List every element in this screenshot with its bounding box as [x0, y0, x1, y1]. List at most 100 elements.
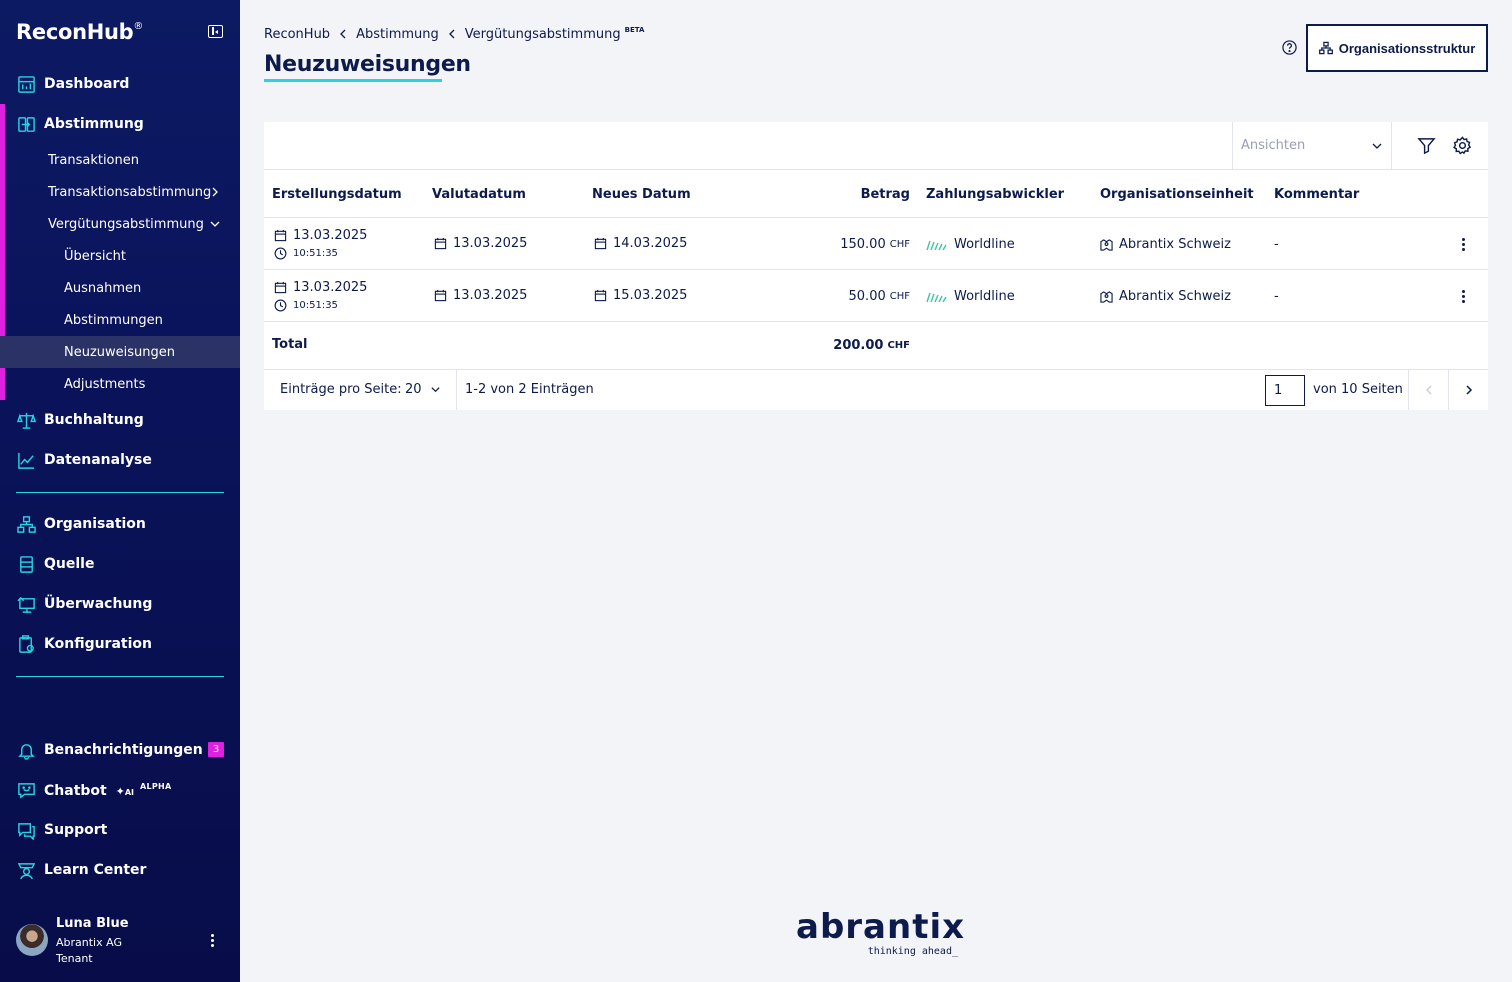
- sidebar-item-abstimmung[interactable]: Abstimmung: [0, 106, 240, 142]
- sidebar-item-datenanalyse[interactable]: Datenanalyse: [0, 442, 240, 478]
- new-date: 15.03.2025: [613, 288, 688, 303]
- logo-wordmark: abrantix: [796, 907, 966, 947]
- column-header-zahlungsabwickler[interactable]: Zahlungsabwickler: [926, 170, 1064, 218]
- sidebar-item-quelle[interactable]: Quelle: [0, 546, 240, 582]
- organisationsstruktur-button[interactable]: Organisationsstruktur: [1306, 24, 1488, 72]
- new-date-cell: 14.03.2025: [594, 236, 687, 251]
- sidebar-item-transaktionsabstimmung[interactable]: Transaktionsabstimmung: [0, 176, 240, 208]
- avatar: [16, 924, 48, 956]
- sidebar-item-benachrichtigungen[interactable]: Benachrichtigungen 3: [0, 732, 240, 768]
- sidebar-item-dashboard[interactable]: Dashboard: [0, 66, 240, 102]
- chevron-down-icon: [1372, 143, 1382, 149]
- column-header-neues-datum[interactable]: Neues Datum: [592, 170, 691, 218]
- table-row[interactable]: 13.03.2025 10:51:35 13.03.2025 14.03.202…: [264, 217, 1488, 269]
- total-currency: CHF: [887, 340, 910, 351]
- sidebar-item-learn-center[interactable]: Learn Center: [0, 852, 240, 888]
- more-vertical-icon[interactable]: [211, 934, 215, 948]
- dashboard-icon: [18, 76, 35, 93]
- sidebar-item-verguetungsabstimmung[interactable]: Vergütungsabstimmung: [0, 208, 240, 240]
- user-profile[interactable]: Luna Blue Abrantix AG Tenant: [16, 916, 232, 966]
- sidebar-item-label: Chatbot ✦AIALPHA: [44, 781, 172, 799]
- chevron-left-icon: [340, 29, 346, 39]
- next-page-button[interactable]: [1448, 370, 1488, 410]
- sidebar-item-label: Quelle: [44, 556, 95, 572]
- clipboard-settings-icon: [19, 635, 34, 653]
- help-icon[interactable]: [1282, 40, 1297, 55]
- chevron-right-icon: [1465, 385, 1472, 395]
- org-unit-cell: Abrantix Schweiz: [1100, 237, 1231, 252]
- more-vertical-icon[interactable]: [1462, 290, 1465, 304]
- breadcrumb-item[interactable]: ReconHub: [264, 27, 330, 42]
- chevron-down-icon: [430, 387, 440, 393]
- processor-cell: Worldline: [926, 237, 1015, 252]
- database-icon: [20, 556, 33, 573]
- sidebar-item-buchhaltung[interactable]: Buchhaltung: [0, 402, 240, 438]
- table-panel: Ansichten Erstellungsdatum Valutadatum N…: [264, 122, 1488, 410]
- sidebar-item-neuzuweisungen[interactable]: Neuzuweisungen: [0, 336, 240, 368]
- sidebar-item-label: Abstimmungen: [64, 312, 163, 328]
- graduation-icon: [17, 863, 36, 880]
- column-header-betrag[interactable]: Betrag: [844, 170, 910, 218]
- org-unit: Abrantix Schweiz: [1119, 237, 1231, 252]
- processor: Worldline: [954, 289, 1015, 304]
- amount: 150.00: [840, 237, 886, 252]
- column-header-organisationseinheit[interactable]: Organisationseinheit: [1100, 170, 1254, 218]
- sidebar-item-ausnahmen[interactable]: Ausnahmen: [0, 272, 240, 304]
- filter-icon[interactable]: [1417, 136, 1436, 155]
- alpha-tag: ALPHA: [139, 781, 172, 791]
- sidebar-item-transaktionen[interactable]: Transaktionen: [0, 144, 240, 176]
- created-date: 13.03.2025: [293, 280, 368, 295]
- sidebar-item-chatbot[interactable]: Chatbot ✦AIALPHA: [0, 772, 240, 808]
- gear-icon[interactable]: [1453, 136, 1472, 155]
- logo-tagline: thinking ahead_: [867, 946, 958, 957]
- page-number-input[interactable]: [1265, 375, 1305, 406]
- sidebar-item-organisation[interactable]: Organisation: [0, 506, 240, 542]
- column-header-kommentar[interactable]: Kommentar: [1274, 170, 1359, 218]
- worldline-logo-icon: [926, 292, 947, 302]
- sidebar-item-label: Organisation: [44, 516, 146, 532]
- breadcrumb-item[interactable]: Abstimmung: [356, 27, 439, 42]
- value-date-cell: 13.03.2025: [434, 288, 527, 303]
- per-page-value: 20: [405, 382, 422, 397]
- column-header-erstellungsdatum[interactable]: Erstellungsdatum: [272, 170, 402, 218]
- support-chat-icon: [18, 823, 35, 840]
- sidebar-item-support[interactable]: Support: [0, 812, 240, 848]
- calendar-icon: [594, 237, 607, 250]
- per-page-label: Einträge pro Seite:: [280, 382, 402, 397]
- per-page-select[interactable]: 20: [405, 382, 441, 397]
- table-row[interactable]: 13.03.2025 10:51:35 13.03.2025 15.03.202…: [264, 269, 1488, 321]
- org-tree-icon: [1318, 41, 1333, 55]
- pages-text: von 10 Seiten: [1313, 382, 1403, 397]
- total-amount-cell: 200.00 CHF: [804, 338, 910, 353]
- column-header-valutadatum[interactable]: Valutadatum: [432, 170, 526, 218]
- table-total-row: Total 200.00 CHF: [264, 321, 1488, 369]
- sidebar-item-label: Überwachung: [44, 596, 153, 612]
- sidebar-item-adjustments[interactable]: Adjustments: [0, 368, 240, 400]
- collapse-sidebar-icon[interactable]: [208, 25, 223, 38]
- chevron-down-icon: [210, 221, 220, 227]
- pagination-bar: Einträge pro Seite: 20 1-2 von 2 Einträg…: [264, 369, 1488, 410]
- sidebar-item-ueberwachung[interactable]: Überwachung: [0, 586, 240, 622]
- sidebar-item-konfiguration[interactable]: Konfiguration: [0, 626, 240, 662]
- previous-page-button[interactable]: [1408, 370, 1448, 410]
- chat-bubble-icon: [18, 783, 35, 799]
- amount: 50.00: [848, 289, 886, 304]
- sidebar-item-uebersicht[interactable]: Übersicht: [0, 240, 240, 272]
- table-toolbar: Ansichten: [264, 122, 1488, 170]
- chevron-right-icon: [212, 187, 218, 197]
- brand-logo[interactable]: ReconHub®: [16, 20, 143, 44]
- sidebar-item-abstimmungen[interactable]: Abstimmungen: [0, 304, 240, 336]
- breadcrumb-item[interactable]: Vergütungsabstimmung BETA: [465, 26, 645, 42]
- more-vertical-icon[interactable]: [1462, 238, 1465, 252]
- calendar-icon: [434, 237, 447, 250]
- sidebar-item-label: Adjustments: [64, 376, 146, 392]
- views-select[interactable]: Ansichten: [1232, 122, 1392, 169]
- value-date: 13.03.2025: [453, 288, 528, 303]
- created-time: 10:51:35: [293, 248, 338, 259]
- button-label: Organisationsstruktur: [1338, 40, 1476, 56]
- created-date-cell: 13.03.2025: [274, 228, 367, 243]
- comment: -: [1274, 237, 1279, 252]
- sidebar-item-label: Datenanalyse: [44, 452, 152, 468]
- processor-cell: Worldline: [926, 289, 1015, 304]
- total-label: Total: [272, 337, 308, 352]
